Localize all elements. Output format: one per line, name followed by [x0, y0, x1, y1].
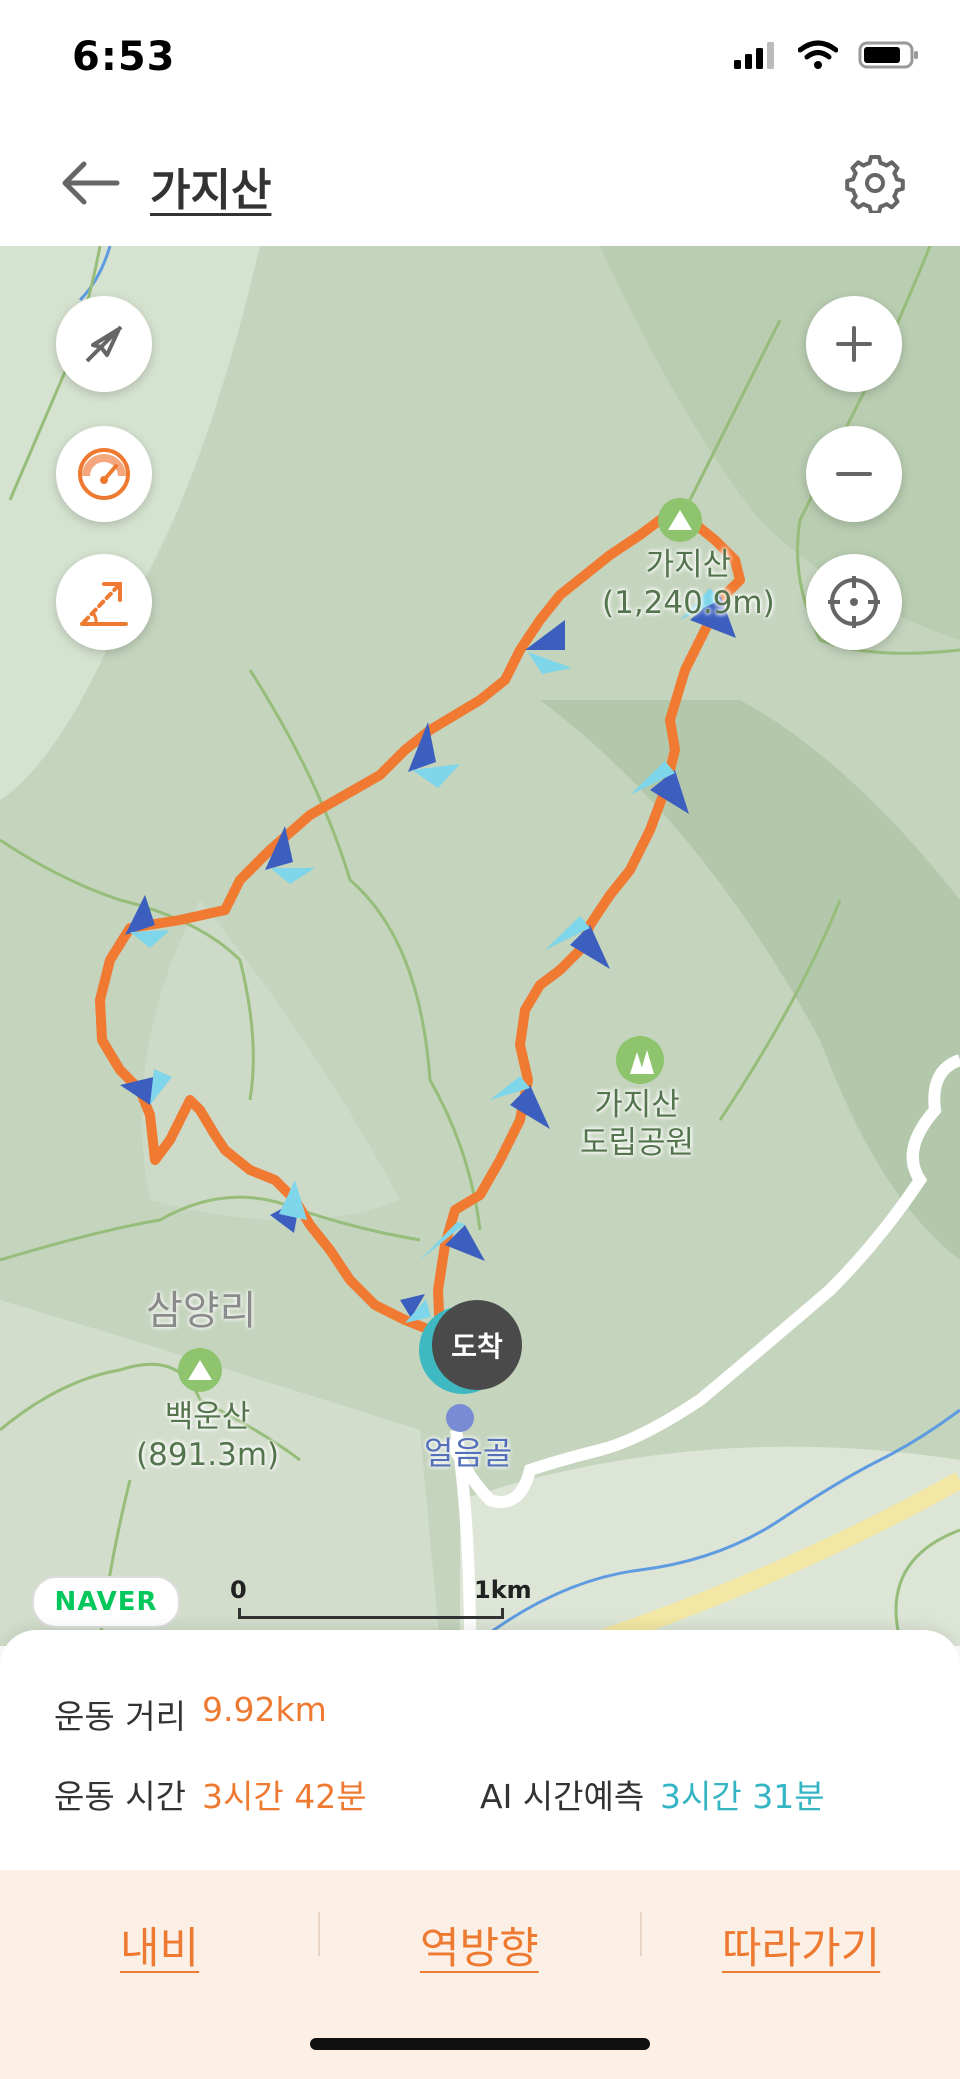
zoom-out-button[interactable]	[806, 426, 902, 522]
locate-icon	[828, 576, 880, 628]
scale-bar	[238, 1608, 504, 1619]
home-indicator	[310, 2038, 650, 2050]
ai-time-value: 3시간 31분	[660, 1777, 825, 1816]
divider	[318, 1912, 320, 1956]
gear-icon	[845, 155, 905, 213]
divider	[640, 1912, 642, 1956]
reverse-button[interactable]: 역방향	[420, 1914, 539, 1976]
speed-button[interactable]	[56, 426, 152, 522]
time-label: 운동 시간	[54, 1777, 186, 1816]
signal-icon	[734, 42, 774, 69]
scale-end: 1km	[474, 1576, 532, 1604]
page-title: 가지산	[150, 165, 272, 216]
map[interactable]: 가지산 (1,240.9m) 가지산 도립공원 삼양리 백운산 (891.3m)…	[0, 246, 960, 1646]
peak2-elevation: (891.3m)	[136, 1437, 280, 1473]
status-bar: 6:53	[0, 0, 960, 118]
settings-button[interactable]	[840, 148, 910, 218]
navigate-button[interactable]: 내비	[120, 1914, 199, 1976]
zoom-in-button[interactable]	[806, 296, 902, 392]
naver-logo: NAVER	[32, 1576, 180, 1628]
scale-start: 0	[230, 1576, 247, 1604]
peak2-name: 백운산	[164, 1399, 251, 1435]
elevation-icon	[80, 582, 128, 626]
peak-elevation: (1,240.9m)	[602, 585, 775, 621]
back-button[interactable]	[50, 148, 130, 218]
distance-label: 운동 거리	[54, 1697, 186, 1736]
peak-label-baekunsan: 백운산 (891.3m)	[136, 1398, 279, 1474]
park-name-line2: 도립공원	[580, 1125, 695, 1161]
park-name-line1: 가지산	[594, 1087, 680, 1123]
peak-name: 가지산	[645, 547, 732, 583]
locate-button[interactable]	[806, 554, 902, 650]
back-arrow-icon	[62, 161, 120, 205]
tree-icon	[616, 1036, 664, 1084]
zoom-in-icon	[836, 326, 872, 362]
park-label: 가지산 도립공원	[580, 1086, 694, 1162]
compass-off-button[interactable]	[56, 296, 152, 392]
arrive-marker[interactable]: 도착	[432, 1300, 522, 1390]
follow-button[interactable]: 따라가기	[722, 1914, 880, 1976]
zoom-out-icon	[836, 472, 872, 476]
village-label: 삼양리	[146, 1288, 257, 1334]
wifi-icon	[798, 40, 838, 69]
status-time: 6:53	[72, 34, 176, 80]
stats-sheet: 운동 거리 9.92km 운동 시간 3시간 42분 AI 시간예측 3시간 3…	[0, 1630, 960, 1870]
ai-time-label: AI 시간예측	[480, 1777, 645, 1816]
peak-label-gajisan: 가지산 (1,240.9m)	[602, 546, 775, 622]
time-value: 3시간 42분	[202, 1777, 367, 1816]
header: 가지산	[0, 118, 960, 246]
distance-value: 9.92km	[202, 1690, 327, 1729]
compass-off-icon	[85, 325, 123, 363]
speedometer-icon	[78, 448, 130, 500]
elevation-button[interactable]	[56, 554, 152, 650]
end-point-label: 얼음골	[424, 1434, 513, 1472]
battery-icon	[858, 41, 918, 69]
status-icons	[732, 40, 920, 70]
